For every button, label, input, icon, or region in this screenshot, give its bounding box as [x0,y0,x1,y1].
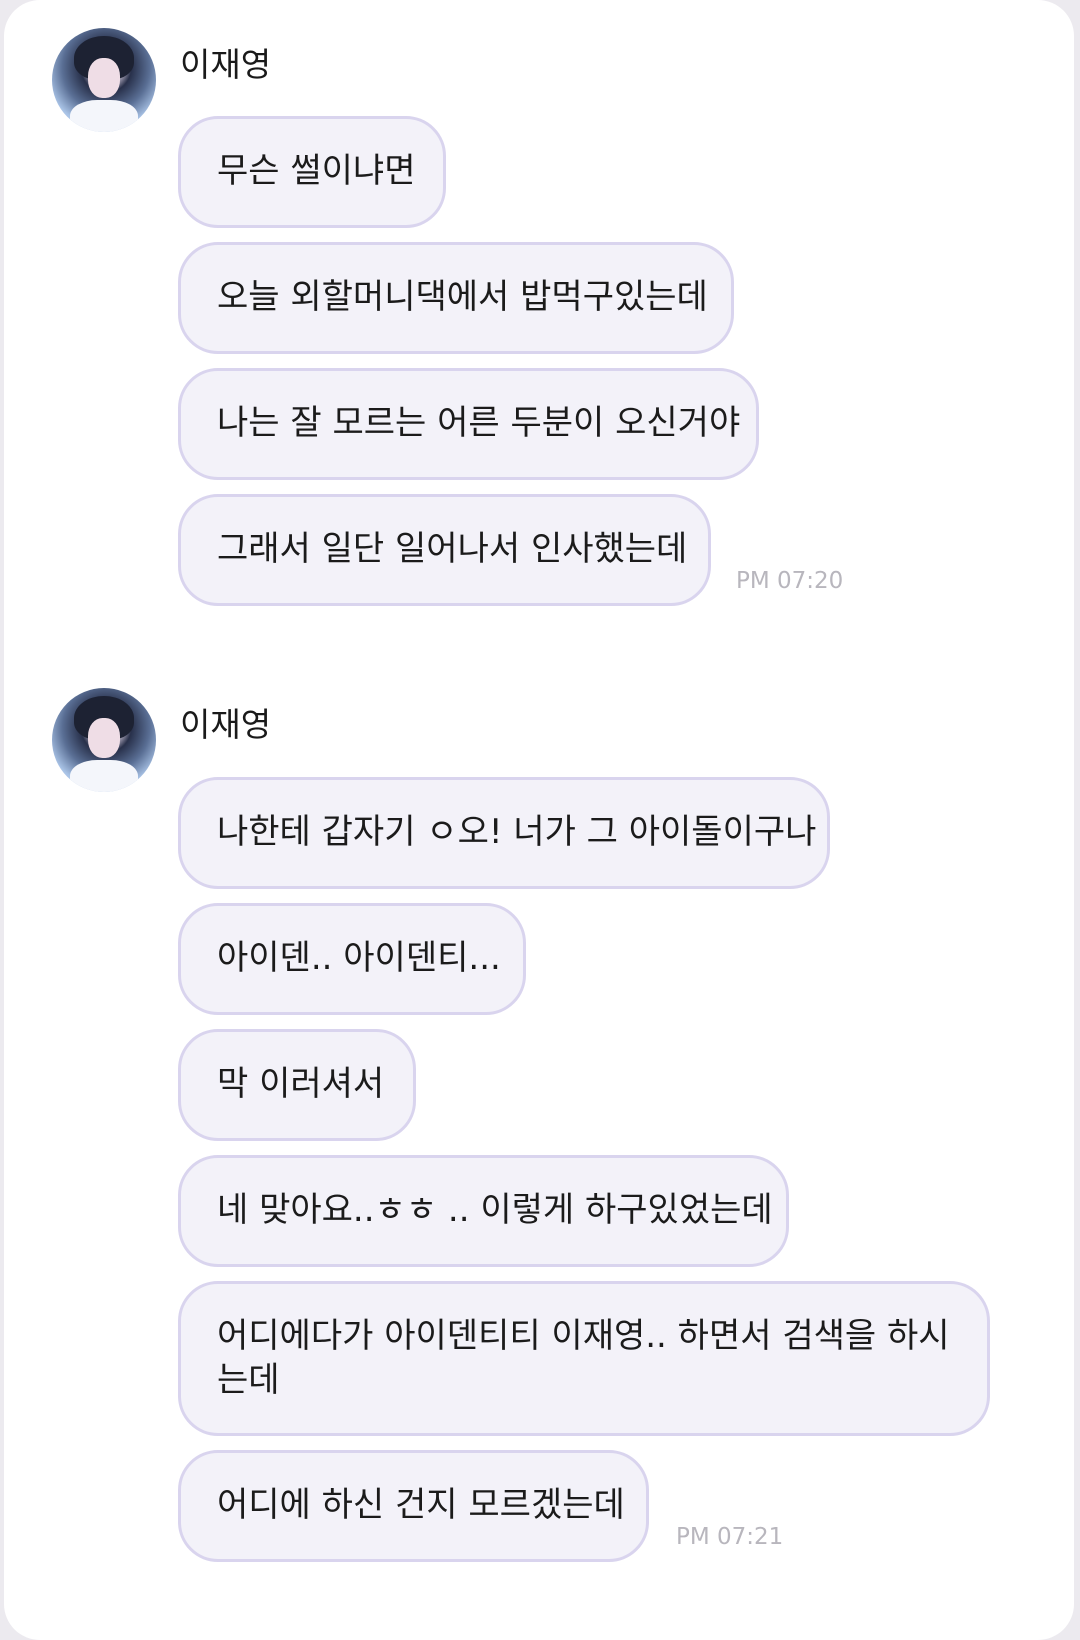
sender-avatar[interactable] [52,688,156,792]
message-bubble[interactable]: 나는 잘 모르는 어른 두분이 오신거야 [178,368,759,480]
message-timestamp: PM 07:21 [676,1524,784,1550]
message-bubble[interactable]: 막 이러셔서 [178,1029,416,1141]
message-timestamp: PM 07:20 [736,568,844,594]
sender-name: 이재영 [180,705,272,744]
sender-name: 이재영 [180,45,272,84]
message-bubble[interactable]: 어디에 하신 건지 모르겠는데 [178,1450,649,1562]
message-bubble[interactable]: 어디에다가 아이덴티티 이재영.. 하면서 검색을 하시는데 [178,1281,990,1436]
message-bubble[interactable]: 아이덴.. 아이덴티... [178,903,526,1015]
message-bubble[interactable]: 그래서 일단 일어나서 인사했는데 [178,494,711,606]
sender-avatar[interactable] [52,28,156,132]
message-bubble[interactable]: 무슨 썰이냐면 [178,116,446,228]
message-bubble[interactable]: 네 맞아요..ㅎㅎ .. 이렇게 하구있었는데 [178,1155,789,1267]
message-bubble[interactable]: 나한테 갑자기 ㅇ오! 너가 그 아이돌이구나 [178,777,830,889]
message-bubble[interactable]: 오늘 외할머니댁에서 밥먹구있는데 [178,242,734,354]
